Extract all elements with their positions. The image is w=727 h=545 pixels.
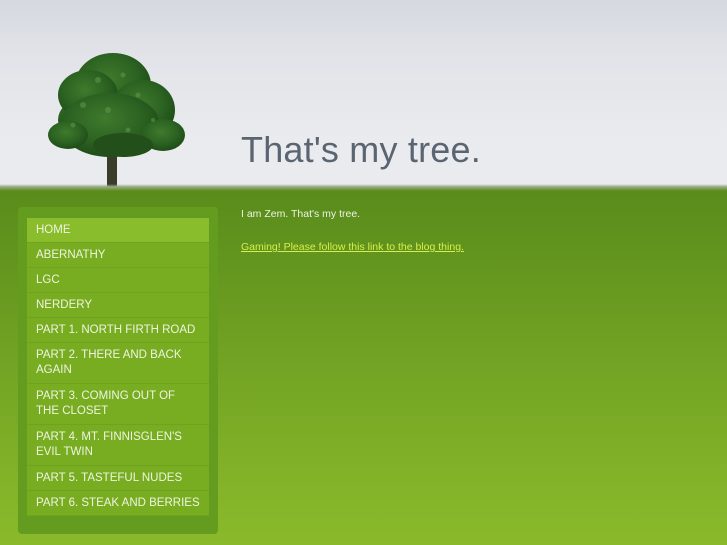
nav-item-part-5[interactable]: PART 5. TASTEFUL NUDES [27, 466, 209, 491]
nav-item-lgc[interactable]: LGC [27, 268, 209, 293]
main-content: I am Zem. That's my tree. Gaming! Please… [241, 208, 711, 255]
nav-item-nerdery[interactable]: NERDERY [27, 293, 209, 318]
nav-item-part-2[interactable]: PART 2. THERE AND BACK AGAIN [27, 343, 209, 384]
tree-image [48, 53, 185, 187]
sidebar: HOME ABERNATHY LGC NERDERY PART 1. NORTH… [18, 207, 218, 534]
main-nav: HOME ABERNATHY LGC NERDERY PART 1. NORTH… [27, 218, 209, 516]
nav-item-abernathy[interactable]: ABERNATHY [27, 243, 209, 268]
site-title: That's my tree. [241, 129, 481, 170]
nav-item-part-3[interactable]: PART 3. COMING OUT OF THE CLOSET [27, 384, 209, 425]
nav-item-part-1[interactable]: PART 1. NORTH FIRTH ROAD [27, 318, 209, 343]
grass-horizon [0, 184, 727, 191]
site-header: That's my tree. [0, 0, 727, 190]
blog-link[interactable]: Gaming! Please follow this link to the b… [241, 241, 464, 253]
nav-item-part-4[interactable]: PART 4. MT. FINNISGLEN'S EVIL TWIN [27, 425, 209, 466]
nav-item-part-6[interactable]: PART 6. STEAK AND BERRIES [27, 491, 209, 516]
nav-item-home[interactable]: HOME [27, 218, 209, 243]
intro-text: I am Zem. That's my tree. [241, 208, 361, 220]
